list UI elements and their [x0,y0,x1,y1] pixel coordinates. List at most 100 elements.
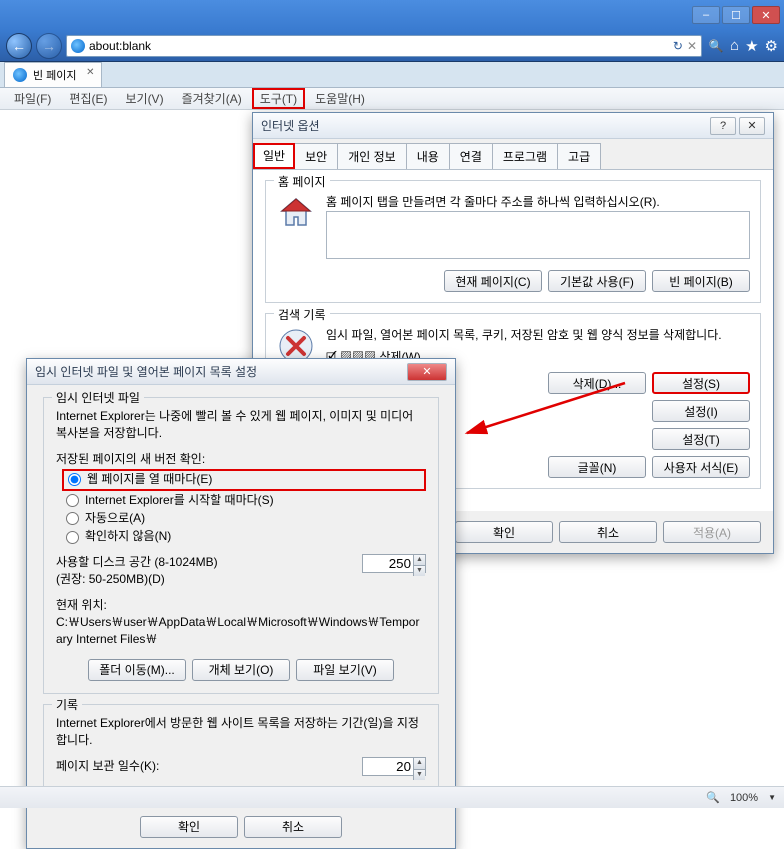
back-button[interactable]: ← [6,33,32,59]
settings-body: 임시 인터넷 파일 Internet Explorer는 나중에 빨리 볼 수 … [27,385,455,806]
version-check-radio[interactable]: 확인하지 않음(N) [66,528,426,545]
address-bar[interactable]: ↻ ✕ [66,35,702,57]
zoom-level[interactable]: 100% [730,792,758,804]
help-button[interactable]: ? [710,117,736,135]
window-close-button[interactable]: ✕ [752,6,780,24]
menu-item[interactable]: 파일(F) [6,88,59,109]
current-page-button[interactable]: 현재 페이지(C) [444,270,542,292]
location-path: C:￦Users￦user￦AppData￦Local￦Microsoft￦Wi… [56,614,426,649]
options-tab[interactable]: 프로그램 [492,143,558,169]
options-tab[interactable]: 개인 정보 [337,143,407,169]
zoom-icon[interactable]: 🔍 [706,791,720,804]
days-spinner[interactable]: ▲▼ [362,757,426,776]
group-title: 홈 페이지 [274,173,330,190]
options-tab[interactable]: 고급 [557,143,601,169]
radio-input[interactable] [66,531,79,544]
version-check-radio[interactable]: 웹 페이지를 열 때마다(E) [62,469,426,490]
browser-tab[interactable]: 빈 페이지 ✕ [4,62,102,87]
house-icon [276,193,316,233]
version-check-radio[interactable]: Internet Explorer를 시작할 때마다(S) [66,492,426,509]
search-icon[interactable]: 🔍 [706,36,726,56]
maximize-button[interactable]: ☐ [722,6,750,24]
favorites-icon[interactable]: ★ [745,37,758,55]
menu-item[interactable]: 보기(V) [117,88,171,109]
options-tab[interactable]: 연결 [449,143,493,169]
view-files-button[interactable]: 파일 보기(V) [296,659,394,681]
spinner-up-icon[interactable]: ▲ [413,555,425,566]
nav-right-icons: ⌂ ★ ⚙ [730,37,778,55]
options-tab[interactable]: 일반 [253,143,295,169]
minimize-button[interactable]: – [692,6,720,24]
dialog-titlebar: 임시 인터넷 파일 및 열어본 페이지 목록 설정 ✕ [27,359,455,385]
spinner-up-icon[interactable]: ▲ [413,758,425,769]
move-folder-button[interactable]: 폴더 이동(M)... [88,659,186,681]
history-desc: Internet Explorer에서 방문한 웹 사이트 목록을 저장하는 기… [56,715,426,750]
tab-bar: 빈 페이지 ✕ [0,62,784,88]
dialog-footer: 확인 취소 [27,806,455,848]
forward-button[interactable]: → [36,33,62,59]
stop-icon[interactable]: ✕ [687,39,697,53]
zoom-dropdown-icon[interactable]: ▼ [768,793,776,802]
dialog-titlebar: 인터넷 옵션 ? ✕ [253,113,773,139]
temp-files-fieldset: 임시 인터넷 파일 Internet Explorer는 나중에 빨리 볼 수 … [43,397,439,694]
homepage-group: 홈 페이지 홈 페이지 탭을 만들려면 각 줄마다 주소를 하나씩 입력하십시오… [265,180,761,303]
ok-button[interactable]: 확인 [140,816,238,838]
temp-files-settings-dialog: 임시 인터넷 파일 및 열어본 페이지 목록 설정 ✕ 임시 인터넷 파일 In… [26,358,456,849]
tab-close-icon[interactable]: ✕ [86,67,94,78]
radio-label: 확인하지 않음(N) [85,528,171,545]
menu-item[interactable]: 도구(T) [252,88,305,109]
history-desc: 임시 파일, 열어본 페이지 목록, 쿠키, 저장된 암호 및 웹 양식 정보를… [326,326,750,344]
home-icon[interactable]: ⌂ [730,37,739,55]
version-check-radio[interactable]: 자동으로(A) [66,510,426,527]
check-version-label: 저장된 페이지의 새 버전 확인: [56,451,426,468]
disk-space-label: 사용할 디스크 공간 (8-1024MB) (권장: 50-250MB)(D) [56,554,218,589]
options-tab[interactable]: 보안 [294,143,338,169]
menu-bar: 파일(F)편집(E)보기(V)즐겨찾기(A)도구(T)도움말(H) [0,88,784,110]
days-label: 페이지 보관 일수(K): [56,758,159,775]
address-input[interactable] [89,39,669,53]
navigation-bar: ← → ↻ ✕ 🔍 ⌂ ★ ⚙ [0,30,784,62]
radio-input[interactable] [66,494,79,507]
ie-icon [13,68,27,82]
radio-input[interactable] [68,473,81,486]
user-style-button[interactable]: 사용자 서식(E) [652,456,750,478]
options-tabs: 일반보안개인 정보내용연결프로그램고급 [253,139,773,170]
ie-icon [71,39,85,53]
fieldset-title: 임시 인터넷 파일 [52,390,144,407]
delete-button[interactable]: 삭제(D)... [548,372,646,394]
font-button[interactable]: 글꼴(N) [548,456,646,478]
apply-button[interactable]: 적용(A) [663,521,761,543]
settings-button[interactable]: 설정(S) [652,372,750,394]
location-label: 현재 위치: [56,597,426,614]
radio-input[interactable] [66,512,79,525]
view-objects-button[interactable]: 개체 보기(O) [192,659,290,681]
search-settings-button[interactable]: 설정(I) [652,400,750,422]
spinner-down-icon[interactable]: ▼ [413,770,425,780]
tools-icon[interactable]: ⚙ [765,37,778,55]
temp-files-desc: Internet Explorer는 나중에 빨리 볼 수 있게 웹 페이지, … [56,408,426,443]
menu-item[interactable]: 즐겨찾기(A) [174,88,250,109]
tab-title: 빈 페이지 [33,67,77,83]
history-fieldset: 기록 Internet Explorer에서 방문한 웹 사이트 목록을 저장하… [43,704,439,790]
radio-label: 웹 페이지를 열 때마다(E) [87,471,212,488]
blank-page-button[interactable]: 빈 페이지(B) [652,270,750,292]
disk-space-spinner[interactable]: ▲▼ [362,554,426,573]
cancel-button[interactable]: 취소 [559,521,657,543]
refresh-icon[interactable]: ↻ [673,39,683,53]
menu-item[interactable]: 편집(E) [61,88,115,109]
dialog-title: 임시 인터넷 파일 및 열어본 페이지 목록 설정 [35,363,257,380]
homepage-textarea[interactable] [326,211,750,259]
radio-label: Internet Explorer를 시작할 때마다(S) [85,492,274,509]
dialog-close-button[interactable]: ✕ [739,117,765,135]
radio-label: 자동으로(A) [85,510,145,527]
options-tab[interactable]: 내용 [406,143,450,169]
cancel-button[interactable]: 취소 [244,816,342,838]
default-button[interactable]: 기본값 사용(F) [548,270,646,292]
tabs-settings-button[interactable]: 설정(T) [652,428,750,450]
spinner-down-icon[interactable]: ▼ [413,566,425,576]
dialog-close-button[interactable]: ✕ [407,363,447,381]
ok-button[interactable]: 확인 [455,521,553,543]
menu-item[interactable]: 도움말(H) [307,88,373,109]
fieldset-title: 기록 [52,697,82,714]
group-title: 검색 기록 [274,306,330,323]
